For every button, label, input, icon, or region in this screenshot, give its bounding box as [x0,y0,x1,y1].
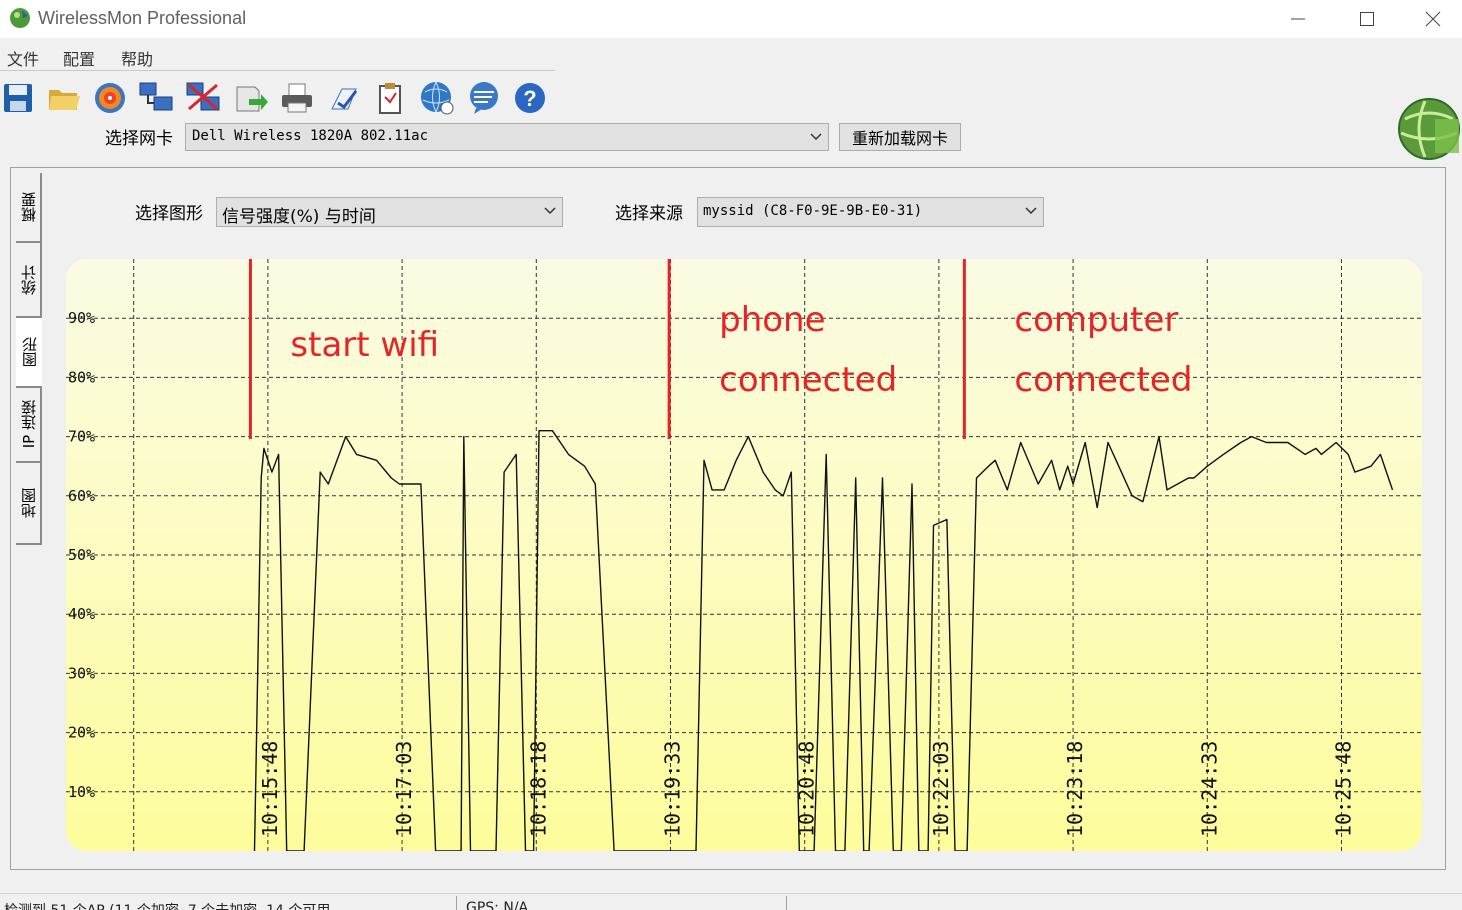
tab-statistics[interactable]: 统计 [16,243,42,318]
menu-help[interactable]: 帮助 [121,46,153,70]
help-button[interactable]: ? [512,80,548,116]
y-tick-label: 50% [68,546,95,564]
window-title: WirelessMon Professional [38,8,247,28]
source-value: myssid (C8-F0-9E-9B-E0-31) [703,203,923,219]
minimize-button[interactable] [1265,0,1331,38]
tab-label: 概要 [19,192,38,222]
y-tick-label: 20% [68,724,95,742]
y-tick-label: 30% [68,664,95,682]
y-tick-label: 80% [68,368,95,386]
tab-ip-connection[interactable]: IP 连接 [16,388,42,463]
globe-refresh-icon [421,81,454,115]
y-tick-label: 90% [68,309,95,327]
annotation-label: phone [719,300,825,340]
graph-type-select[interactable]: 信号强度(%) 与时间 [216,197,563,227]
x-tick-label: 10:23:18 [1063,741,1087,837]
tab-overview[interactable]: 概要 [16,173,42,243]
x-tick-label: 10:25:48 [1331,741,1355,837]
x-tick-label: 10:17:03 [392,741,416,837]
minimize-icon [1291,18,1305,20]
target-button[interactable] [92,80,128,116]
clipboard-button[interactable] [372,80,408,116]
tab-label: 统计 [19,264,38,295]
y-tick-label: 70% [68,428,95,446]
source-select[interactable]: myssid (C8-F0-9E-9B-E0-31) [697,197,1044,227]
globe-refresh-button[interactable] [419,80,455,116]
open-button[interactable] [46,80,82,116]
tab-label: 地图 [19,488,38,518]
print-setup-button[interactable] [326,80,362,116]
nic-select[interactable]: Dell Wireless 1820A 802.11ac [185,123,829,151]
export-icon [236,86,268,112]
x-tick-label: 10:24:33 [1197,741,1221,837]
print-icon [282,83,312,113]
nic-label: 选择网卡 [105,129,173,149]
annotation-label: connected [719,360,897,400]
maximize-button[interactable] [1334,0,1400,38]
x-tick-label: 10:18:18 [526,741,550,837]
source-label: 选择来源 [615,204,683,224]
connect-button[interactable] [138,80,174,116]
tab-graph[interactable]: 图形 [16,318,42,388]
maximize-icon [1360,12,1374,26]
nic-select-value: Dell Wireless 1820A 802.11ac [192,128,429,144]
menu-config[interactable]: 配置 [63,46,95,70]
disconnect-button[interactable] [185,80,221,116]
y-tick-label: 60% [68,487,95,505]
close-icon [1425,11,1441,27]
help-icon: ? [515,83,545,113]
tab-label: IP 连接 [19,400,38,449]
x-tick-label: 10:19:33 [660,741,684,837]
chat-help-button[interactable] [466,80,502,116]
disconnect-network-icon [186,82,220,111]
signal-strength-chart: 10% 20% 30% 40% 50% 60% 70% 80% 90% 10:15:48 10:1… [66,259,1422,851]
open-folder-icon [49,90,80,110]
save-button[interactable] [0,80,36,116]
chat-help-icon [470,82,498,114]
graph-type-value: 信号强度(%) 与时间 [222,207,376,227]
chevron-down-icon [544,207,556,215]
status-bar: 检测到 51 个AP (11 个加密, 7 个未加密, 14 个可用 GPS: … [0,893,1462,910]
chevron-down-icon [1025,207,1037,215]
wireless-globe-logo-icon [1395,95,1462,163]
svg-text:?: ? [523,86,536,111]
graph-type-label: 选择图形 [135,204,203,224]
reload-nic-button[interactable]: 重新加载网卡 [839,123,961,151]
y-tick-label: 10% [68,783,95,801]
wirelessmon-app-icon [8,6,32,30]
annotation-label: computer [1014,300,1178,340]
menu-file[interactable]: 文件 [7,46,39,70]
print-button[interactable] [279,80,315,116]
chevron-down-icon [810,133,822,141]
target-icon [95,83,125,113]
save-icon [4,84,32,112]
x-tick-label: 10:15:48 [258,741,282,837]
close-button[interactable] [1404,0,1462,38]
tab-strip: 概要 统计 图形 IP 连接 地图 [16,173,42,545]
y-tick-label: 40% [68,605,95,623]
clipboard-icon [379,83,401,114]
x-tick-label: 10:22:03 [929,741,953,837]
annotation-label: start wifi [290,325,439,365]
status-divider [456,896,457,910]
status-divider [786,896,787,910]
annotation-label: connected [1014,360,1192,400]
tab-map[interactable]: 地图 [16,463,42,545]
connect-network-icon [139,82,173,111]
tab-label: 图形 [20,337,39,367]
print-setup-icon [331,88,358,110]
export-button[interactable] [233,80,269,116]
